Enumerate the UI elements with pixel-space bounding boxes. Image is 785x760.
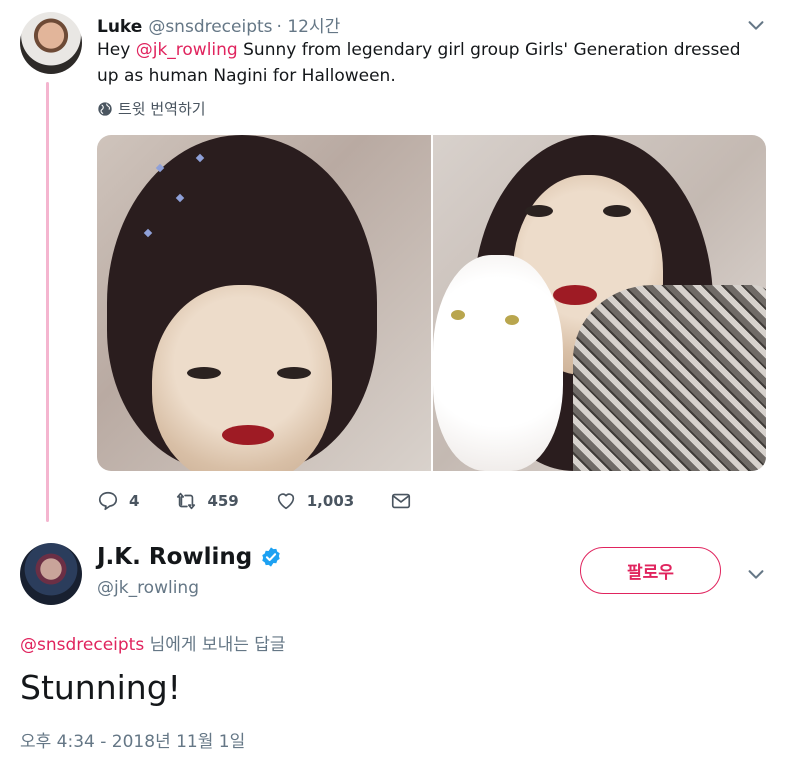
photo-cat bbox=[432, 255, 563, 471]
reply-author: J.K. Rowling bbox=[97, 544, 282, 570]
photo-eye bbox=[524, 205, 553, 217]
reply-text: Stunning! bbox=[20, 668, 181, 707]
photo-eye bbox=[602, 205, 631, 217]
tweet-menu-chevron-down-icon[interactable] bbox=[745, 14, 767, 36]
translate-tweet-link[interactable]: 트윗 번역하기 bbox=[97, 98, 206, 119]
thread-connector-line bbox=[46, 82, 49, 522]
like-count: 1,003 bbox=[306, 492, 355, 510]
follow-button[interactable]: 팔로우 bbox=[580, 547, 721, 594]
reply-timestamp[interactable]: 오후 4:34 - 2018년 11월 1일 bbox=[20, 727, 245, 752]
photo-jacket bbox=[572, 285, 766, 471]
message-icon bbox=[392, 493, 411, 509]
reply-icon bbox=[98, 491, 118, 511]
reply-button[interactable]: 4 bbox=[97, 490, 139, 512]
retweet-button[interactable]: 459 bbox=[175, 490, 239, 512]
tweet-text-prefix: Hey bbox=[97, 40, 136, 60]
chevron-down-icon bbox=[748, 21, 764, 30]
retweet-icon bbox=[177, 492, 196, 510]
direct-message-button[interactable] bbox=[390, 490, 412, 512]
photo-eye bbox=[277, 367, 311, 379]
chevron-down-icon bbox=[748, 570, 764, 579]
author-handle[interactable]: @snsdreceipts bbox=[148, 17, 272, 37]
retweet-count: 459 bbox=[207, 492, 239, 510]
reply-author-name[interactable]: J.K. Rowling bbox=[97, 544, 252, 570]
reply-menu-chevron-down-icon[interactable] bbox=[745, 563, 767, 585]
mention-link[interactable]: @jk_rowling bbox=[136, 40, 238, 60]
replying-to: @snsdreceipts 님에게 보내는 답글 bbox=[20, 630, 286, 655]
media-grid bbox=[97, 135, 766, 471]
photo-lips bbox=[552, 285, 597, 305]
like-icon bbox=[277, 493, 294, 510]
tweet-text: Hey @jk_rowling Sunny from legendary gir… bbox=[97, 37, 767, 89]
translate-label: 트윗 번역하기 bbox=[118, 100, 206, 118]
avatar[interactable] bbox=[20, 12, 82, 74]
replying-to-handle[interactable]: @snsdreceipts bbox=[20, 635, 144, 655]
avatar[interactable] bbox=[20, 543, 82, 605]
replying-to-label: 님에게 보내는 답글 bbox=[144, 635, 286, 655]
photo-cat-eye bbox=[504, 315, 519, 325]
tweet-time[interactable]: · 12시간 bbox=[277, 12, 341, 37]
author-name[interactable]: Luke bbox=[97, 17, 142, 37]
photo-eye bbox=[187, 367, 221, 379]
tweet-actions: 4 459 1,003 bbox=[97, 490, 448, 512]
tweet-header: Luke @snsdreceipts · 12시간 bbox=[97, 12, 340, 37]
media-photo-2[interactable] bbox=[432, 135, 766, 471]
like-button[interactable]: 1,003 bbox=[275, 490, 354, 512]
reply-count: 4 bbox=[129, 492, 140, 510]
media-photo-1[interactable] bbox=[97, 135, 431, 471]
globe-icon bbox=[98, 101, 112, 116]
photo-lips bbox=[222, 425, 274, 445]
verified-badge-icon bbox=[260, 546, 282, 568]
photo-cat-eye bbox=[450, 310, 465, 320]
reply-author-handle[interactable]: @jk_rowling bbox=[97, 578, 199, 598]
